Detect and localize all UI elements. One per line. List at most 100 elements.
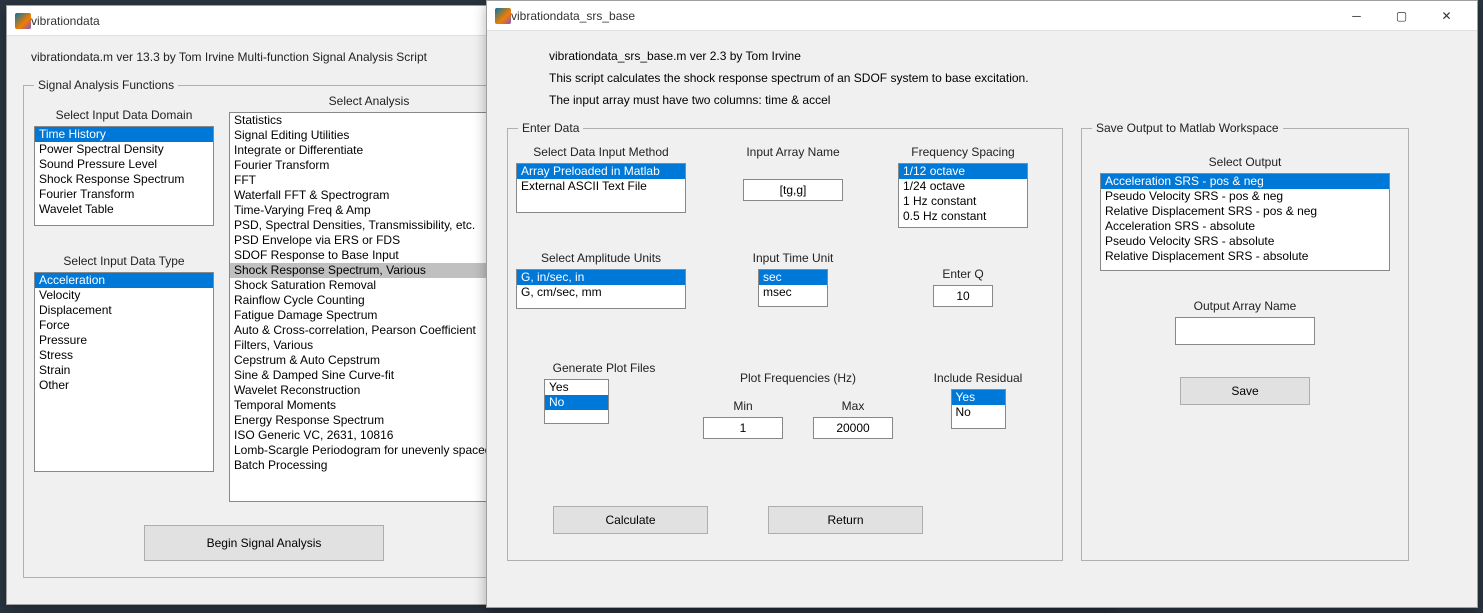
- list-item[interactable]: Temporal Moments: [230, 398, 508, 413]
- freq-listbox[interactable]: 1/12 octave1/24 octave1 Hz constant0.5 H…: [898, 163, 1028, 228]
- list-item[interactable]: G, in/sec, in: [517, 270, 685, 285]
- list-item[interactable]: Yes: [545, 380, 608, 395]
- list-item[interactable]: Energy Response Spectrum: [230, 413, 508, 428]
- list-item[interactable]: Relative Displacement SRS - absolute: [1101, 249, 1389, 264]
- list-item[interactable]: Velocity: [35, 288, 213, 303]
- output-label: Select Output: [1209, 155, 1282, 169]
- amp-listbox[interactable]: G, in/sec, inG, cm/sec, mm: [516, 269, 686, 309]
- list-item[interactable]: Time History: [35, 127, 213, 142]
- srs-window: vibrationdata_srs_base ─ ▢ ✕ vibrationda…: [486, 0, 1478, 608]
- list-item[interactable]: sec: [759, 270, 827, 285]
- outname-label: Output Array Name: [1194, 299, 1297, 313]
- list-item[interactable]: Strain: [35, 363, 213, 378]
- list-item[interactable]: Time-Varying Freq & Amp: [230, 203, 508, 218]
- list-item[interactable]: Sine & Damped Sine Curve-fit: [230, 368, 508, 383]
- list-item[interactable]: ISO Generic VC, 2631, 10816: [230, 428, 508, 443]
- srs-header3: The input array must have two columns: t…: [549, 93, 1457, 107]
- list-item[interactable]: Pressure: [35, 333, 213, 348]
- time-label: Input Time Unit: [753, 251, 834, 265]
- list-item[interactable]: No: [952, 405, 1005, 420]
- min-field[interactable]: [703, 417, 783, 439]
- list-item[interactable]: msec: [759, 285, 827, 300]
- list-item[interactable]: Integrate or Differentiate: [230, 143, 508, 158]
- input-array-field[interactable]: [743, 179, 843, 201]
- list-item[interactable]: Batch Processing: [230, 458, 508, 473]
- list-item[interactable]: Auto & Cross-correlation, Pearson Coeffi…: [230, 323, 508, 338]
- app-icon: [495, 8, 511, 24]
- titlebar-srs[interactable]: vibrationdata_srs_base ─ ▢ ✕: [487, 1, 1477, 31]
- list-item[interactable]: Cepstrum & Auto Cepstrum: [230, 353, 508, 368]
- list-item[interactable]: 1 Hz constant: [899, 194, 1027, 209]
- list-item[interactable]: Fourier Transform: [35, 187, 213, 202]
- list-item[interactable]: Force: [35, 318, 213, 333]
- begin-button[interactable]: Begin Signal Analysis: [144, 525, 384, 561]
- list-item[interactable]: No: [545, 395, 608, 410]
- output-listbox[interactable]: Acceleration SRS - pos & negPseudo Veloc…: [1100, 173, 1390, 271]
- resid-label: Include Residual: [934, 371, 1023, 385]
- list-item[interactable]: Sound Pressure Level: [35, 157, 213, 172]
- list-item[interactable]: Shock Response Spectrum: [35, 172, 213, 187]
- list-item[interactable]: Fourier Transform: [230, 158, 508, 173]
- maximize-button[interactable]: ▢: [1379, 1, 1424, 31]
- amp-label: Select Amplitude Units: [541, 251, 661, 265]
- list-item[interactable]: Statistics: [230, 113, 508, 128]
- max-label: Max: [842, 399, 865, 413]
- list-item[interactable]: Other: [35, 378, 213, 393]
- method-listbox[interactable]: Array Preloaded in MatlabExternal ASCII …: [516, 163, 686, 213]
- list-item[interactable]: PSD, Spectral Densities, Transmissibilit…: [230, 218, 508, 233]
- save-output-group: Save Output to Matlab Workspace Select O…: [1081, 121, 1409, 561]
- list-item[interactable]: 1/12 octave: [899, 164, 1027, 179]
- list-item[interactable]: Wavelet Table: [35, 202, 213, 217]
- list-item[interactable]: Signal Editing Utilities: [230, 128, 508, 143]
- app-icon: [15, 13, 31, 29]
- outname-field[interactable]: [1175, 317, 1315, 345]
- list-item[interactable]: Acceleration: [35, 273, 213, 288]
- save-output-legend: Save Output to Matlab Workspace: [1092, 121, 1283, 135]
- analysis-listbox[interactable]: StatisticsSignal Editing UtilitiesIntegr…: [229, 112, 509, 502]
- list-item[interactable]: Acceleration SRS - pos & neg: [1101, 174, 1389, 189]
- type-listbox[interactable]: AccelerationVelocityDisplacementForcePre…: [34, 272, 214, 472]
- list-item[interactable]: Waterfall FFT & Spectrogram: [230, 188, 508, 203]
- window-title: vibrationdata_srs_base: [511, 9, 1334, 23]
- srs-header1: vibrationdata_srs_base.m ver 2.3 by Tom …: [549, 49, 1457, 63]
- close-button[interactable]: ✕: [1424, 1, 1469, 31]
- list-item[interactable]: Pseudo Velocity SRS - absolute: [1101, 234, 1389, 249]
- resid-listbox[interactable]: YesNo: [951, 389, 1006, 429]
- min-label: Min: [733, 399, 752, 413]
- list-item[interactable]: External ASCII Text File: [517, 179, 685, 194]
- list-item[interactable]: Yes: [952, 390, 1005, 405]
- list-item[interactable]: Shock Response Spectrum, Various: [230, 263, 508, 278]
- list-item[interactable]: Array Preloaded in Matlab: [517, 164, 685, 179]
- list-item[interactable]: Filters, Various: [230, 338, 508, 353]
- list-item[interactable]: FFT: [230, 173, 508, 188]
- list-item[interactable]: 1/24 octave: [899, 179, 1027, 194]
- calculate-button[interactable]: Calculate: [553, 506, 708, 534]
- domain-label: Select Input Data Domain: [34, 108, 214, 122]
- save-button[interactable]: Save: [1180, 377, 1310, 405]
- list-item[interactable]: Shock Saturation Removal: [230, 278, 508, 293]
- time-listbox[interactable]: secmsec: [758, 269, 828, 307]
- list-item[interactable]: Displacement: [35, 303, 213, 318]
- domain-listbox[interactable]: Time HistoryPower Spectral DensitySound …: [34, 126, 214, 226]
- list-item[interactable]: Rainflow Cycle Counting: [230, 293, 508, 308]
- q-field[interactable]: [933, 285, 993, 307]
- minimize-button[interactable]: ─: [1334, 1, 1379, 31]
- return-button[interactable]: Return: [768, 506, 923, 534]
- list-item[interactable]: Stress: [35, 348, 213, 363]
- list-item[interactable]: Relative Displacement SRS - pos & neg: [1101, 204, 1389, 219]
- list-item[interactable]: Fatigue Damage Spectrum: [230, 308, 508, 323]
- list-item[interactable]: PSD Envelope via ERS or FDS: [230, 233, 508, 248]
- srs-header2: This script calculates the shock respons…: [549, 71, 1457, 85]
- list-item[interactable]: Lomb-Scargle Periodogram for unevenly sp…: [230, 443, 508, 458]
- enter-data-legend: Enter Data: [518, 121, 583, 135]
- max-field[interactable]: [813, 417, 893, 439]
- gen-listbox[interactable]: YesNo: [544, 379, 609, 424]
- list-item[interactable]: Pseudo Velocity SRS - pos & neg: [1101, 189, 1389, 204]
- list-item[interactable]: SDOF Response to Base Input: [230, 248, 508, 263]
- list-item[interactable]: Power Spectral Density: [35, 142, 213, 157]
- list-item[interactable]: Wavelet Reconstruction: [230, 383, 508, 398]
- list-item[interactable]: 0.5 Hz constant: [899, 209, 1027, 224]
- list-item[interactable]: Acceleration SRS - absolute: [1101, 219, 1389, 234]
- list-item[interactable]: G, cm/sec, mm: [517, 285, 685, 300]
- q-label: Enter Q: [942, 267, 983, 281]
